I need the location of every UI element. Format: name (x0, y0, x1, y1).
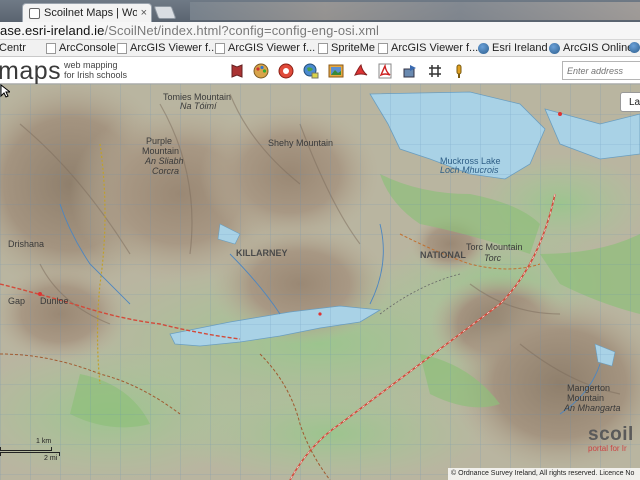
tagline-line: web mapping (64, 60, 118, 70)
share-tool-button[interactable] (401, 62, 419, 80)
app-brand: maps (0, 57, 62, 85)
bookmark-item[interactable]: ArcGIS Viewer f... (215, 42, 315, 54)
layers-tool-button[interactable] (302, 62, 320, 80)
map-label: NATIONAL (420, 250, 466, 260)
globe-icon (629, 42, 640, 53)
page-icon (215, 42, 225, 54)
grid-icon (429, 65, 441, 77)
bookmark-icon (231, 64, 243, 78)
acrobat-icon (378, 63, 392, 79)
bookmark-item[interactable]: ArcGIS Online (549, 42, 633, 54)
location-tool-button[interactable] (450, 62, 468, 80)
copyright-notice: © Ordnance Survey Ireland, All rights re… (448, 468, 640, 480)
url-path: /ScoilNet/index.html?config=config-eng-o… (104, 23, 379, 38)
map-label: Mangerton (567, 383, 611, 393)
bookmark-item[interactable]: Esri Ireland (478, 42, 548, 54)
grid-tool-button[interactable] (426, 62, 444, 80)
app-header: maps web mapping for Irish schools (0, 57, 640, 85)
palette-icon (253, 63, 269, 79)
palette-tool-button[interactable] (252, 62, 270, 80)
acrobat-tool-button[interactable] (376, 62, 394, 80)
map-label: Na Tóimí (180, 101, 217, 111)
scale-mi-label: 2 mi (44, 455, 58, 462)
globe-layers-icon (303, 63, 319, 79)
map-label: Loch Mhucrois (440, 165, 499, 175)
location-icon (456, 64, 462, 78)
globe-icon (549, 42, 560, 54)
map-label: An Sliabh (145, 156, 184, 166)
map-label: Shehy Mountain (268, 138, 334, 148)
image-tool-button[interactable] (327, 62, 345, 80)
map-label: Mountain (567, 393, 605, 403)
page-icon (378, 42, 388, 54)
browser-tab[interactable]: Scoilnet Maps | Worl × (22, 3, 152, 22)
page-icon (318, 42, 328, 54)
scale-bar: 1 km 2 mi (0, 438, 64, 464)
bookmark-label: ArcGIS Viewer f... (391, 42, 479, 54)
new-tab-button[interactable] (153, 6, 177, 19)
bookmark-item[interactable]: ArcGIS Viewer f... (117, 42, 217, 54)
desktop-background (190, 2, 640, 20)
bookmark-label: ArcGIS Online (563, 42, 634, 54)
mouse-cursor-icon (0, 84, 10, 98)
bookmark-label: ArcGIS Viewer f... (130, 42, 218, 54)
map-view[interactable]: Tomies Mountain Na Tóimí Purple Mountain… (0, 84, 640, 480)
bookmark-item[interactable]: Centr (0, 42, 26, 54)
url-host: ase.esri-ireland.ie (0, 23, 105, 38)
map-label: Mountain (142, 146, 180, 156)
close-icon[interactable]: × (141, 7, 151, 19)
globe-icon (478, 42, 489, 54)
map-label: KILLARNEY (236, 248, 288, 258)
map-label: Torc (484, 253, 502, 263)
map-label: Corcra (152, 166, 180, 176)
pdf-tool-button[interactable] (352, 62, 370, 80)
bookmark-item[interactable]: ArcGIS Viewer f... (378, 42, 478, 54)
bookmark-label: ArcConsole (59, 42, 116, 54)
browser-tab-strip: Scoilnet Maps | Worl × (0, 0, 640, 22)
bookmark-tool-button[interactable] (228, 62, 246, 80)
scale-km-label: 1 km (36, 438, 52, 445)
bookmark-label: Centr (0, 42, 26, 54)
bookmark-label: Esri Ireland (492, 42, 548, 54)
record-icon (278, 63, 294, 79)
page-icon (117, 42, 127, 54)
address-bar[interactable]: ase.esri-ireland.ie/ScoilNet/index.html?… (0, 22, 640, 40)
bookmark-item[interactable]: SpriteMe (318, 42, 375, 54)
page-icon (46, 42, 56, 54)
map-label: Drishana (8, 239, 45, 249)
map-label: Torc Mountain (466, 242, 523, 252)
page-icon (29, 7, 40, 19)
share-icon (403, 65, 416, 78)
map-label: An Mhangarta (564, 403, 621, 413)
bookmark-label: SpriteMe (331, 42, 376, 54)
address-search-input[interactable] (562, 61, 640, 80)
pdf-icon (354, 63, 368, 76)
tab-title: Scoilnet Maps | Worl (44, 7, 137, 19)
record-tool-button[interactable] (277, 62, 295, 80)
tagline-line: for Irish schools (64, 70, 128, 80)
scoilnet-logo: scoil portal for Ir (588, 424, 640, 464)
map-label: Dunloe (40, 296, 69, 306)
map-label: Gap (8, 296, 26, 306)
bookmark-item[interactable] (629, 42, 640, 53)
logo-text: scoil (588, 424, 634, 445)
scale-km-bar (0, 447, 52, 451)
layers-button[interactable]: La (620, 92, 640, 112)
image-icon (328, 64, 344, 78)
bookmarks-bar: Centr ArcConsole ArcGIS Viewer f... ArcG… (0, 40, 640, 57)
url-text[interactable]: ase.esri-ireland.ie/ScoilNet/index.html?… (0, 23, 379, 38)
app-tagline: web mapping for Irish schools (64, 60, 127, 80)
bookmark-label: ArcGIS Viewer f... (228, 42, 316, 54)
map-label: Purple (146, 136, 173, 146)
bookmark-item[interactable]: ArcConsole (46, 42, 116, 54)
